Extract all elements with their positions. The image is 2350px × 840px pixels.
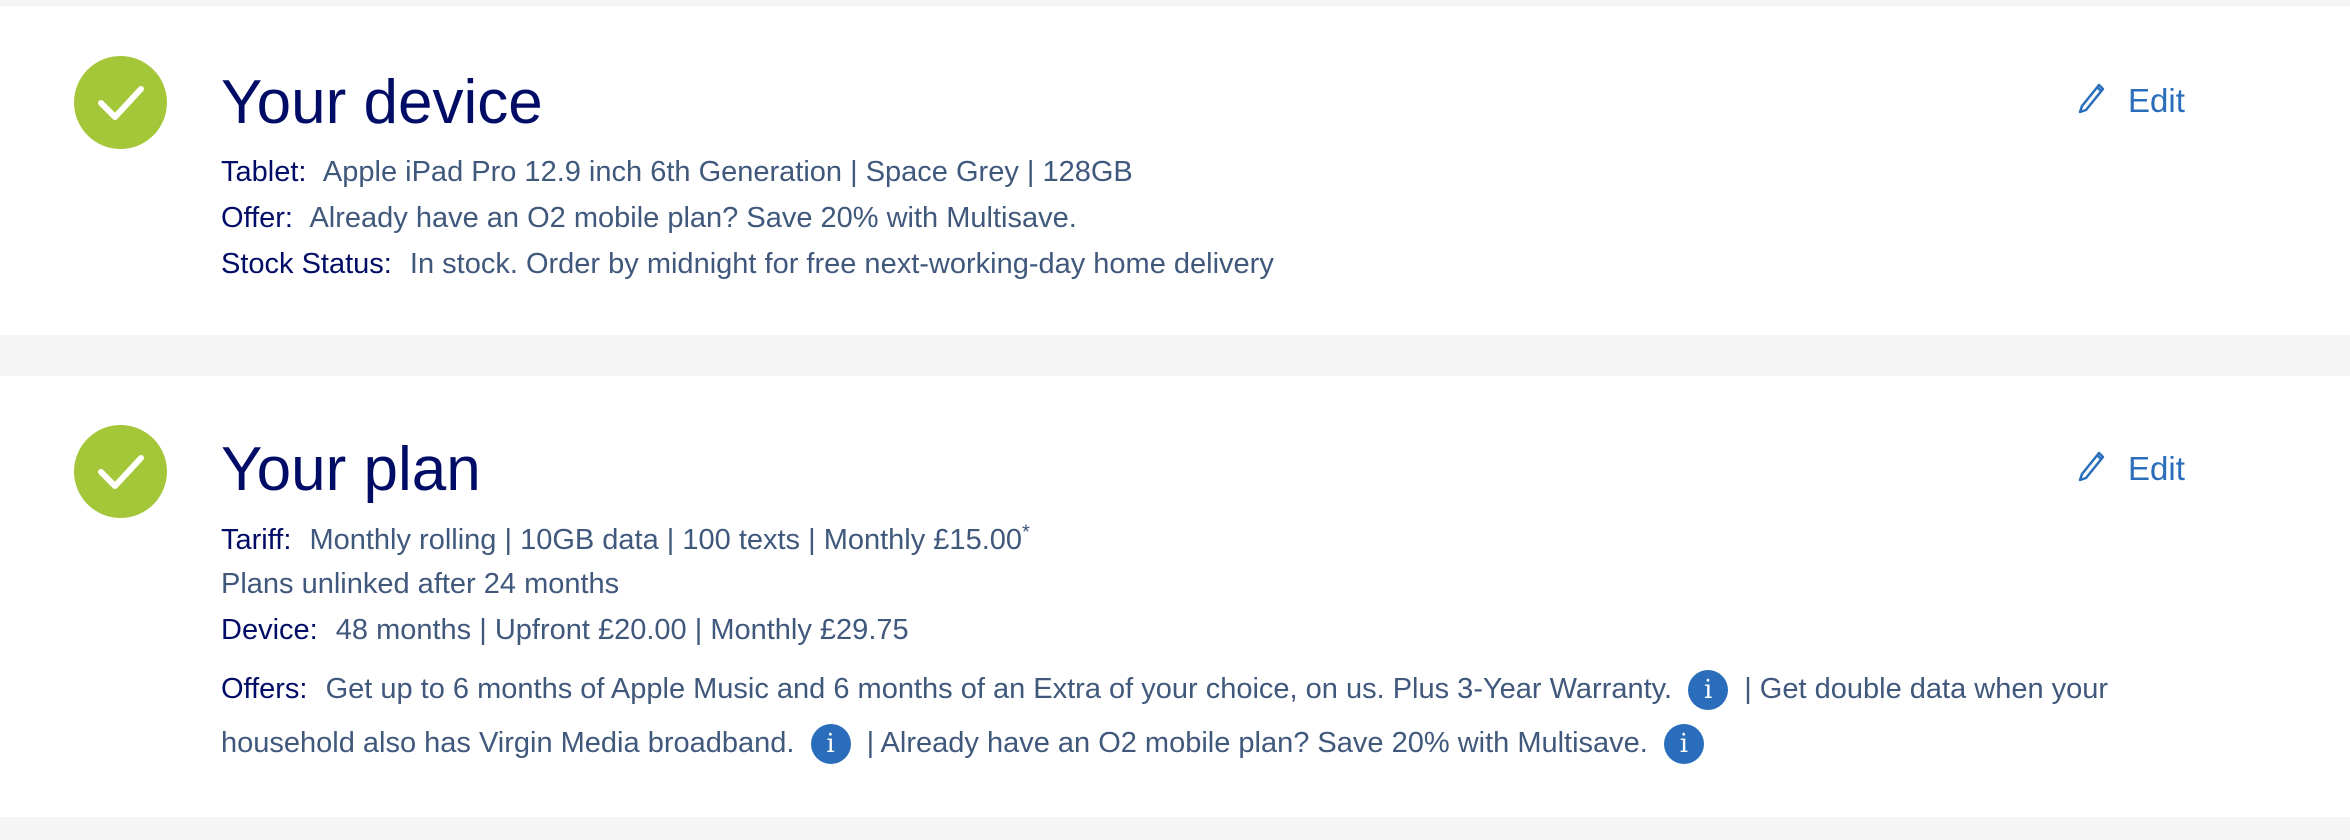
plan-section-title: Your plan <box>221 435 481 504</box>
plans-unlinked-note: Plans unlinked after 24 months <box>221 568 620 600</box>
edit-device-button[interactable]: Edit <box>2076 80 2185 122</box>
edit-plan-label: Edit <box>2128 450 2185 487</box>
offer-label: Offer: <box>221 202 293 234</box>
device-offer-row: Offer: Already have an O2 mobile plan? S… <box>221 202 2121 248</box>
device-summary-card: Your device Edit Tablet: Apple iPad Pro … <box>0 6 2350 335</box>
info-icon[interactable]: i <box>1688 670 1729 711</box>
edit-plan-button[interactable]: Edit <box>2076 448 2185 490</box>
offer-apple-music-text: Get up to 6 months of Apple Music and 6 … <box>325 673 1673 705</box>
edit-device-label: Edit <box>2128 82 2185 119</box>
tablet-value: Apple iPad Pro 12.9 inch 6th Generation … <box>322 156 1133 188</box>
offers-row: Offers: Get up to 6 months of Apple Musi… <box>221 662 2121 770</box>
info-icon[interactable]: i <box>1663 724 1704 765</box>
offer-multisave-text: | Already have an O2 mobile plan? Save 2… <box>866 727 1648 759</box>
device-details: Tablet: Apple iPad Pro 12.9 inch 6th Gen… <box>221 156 2121 294</box>
plan-device-value: 48 months | Upfront £20.00 | Monthly £29… <box>335 614 909 646</box>
plan-details: Tariff: Monthly rolling | 10GB data | 10… <box>221 521 2121 770</box>
tariff-footnote-marker: * <box>1022 521 1030 544</box>
offer-value: Already have an O2 mobile plan? Save 20%… <box>309 202 1077 234</box>
device-stock-row: Stock Status: In stock. Order by midnigh… <box>221 248 2121 294</box>
info-icon[interactable]: i <box>810 724 851 765</box>
plan-device-label: Device: <box>221 614 318 646</box>
tariff-row: Tariff: Monthly rolling | 10GB data | 10… <box>221 521 2121 568</box>
offers-label: Offers: <box>221 673 308 705</box>
pencil-icon <box>2076 80 2106 122</box>
tariff-label: Tariff: <box>221 524 292 556</box>
plan-summary-card: Your plan Edit Tariff: Monthly rolling |… <box>0 376 2350 817</box>
stock-status-label: Stock Status: <box>221 248 392 280</box>
check-circle-icon <box>74 425 167 518</box>
pencil-icon <box>2076 448 2106 490</box>
stock-status-value: In stock. Order by midnight for free nex… <box>409 248 1274 280</box>
check-circle-icon <box>74 56 167 149</box>
device-section-title: Your device <box>221 68 543 137</box>
device-tablet-row: Tablet: Apple iPad Pro 12.9 inch 6th Gen… <box>221 156 2121 202</box>
tariff-value: Monthly rolling | 10GB data | 100 texts … <box>309 524 1023 556</box>
tablet-label: Tablet: <box>221 156 307 188</box>
plan-device-row: Device: 48 months | Upfront £20.00 | Mon… <box>221 614 2121 662</box>
